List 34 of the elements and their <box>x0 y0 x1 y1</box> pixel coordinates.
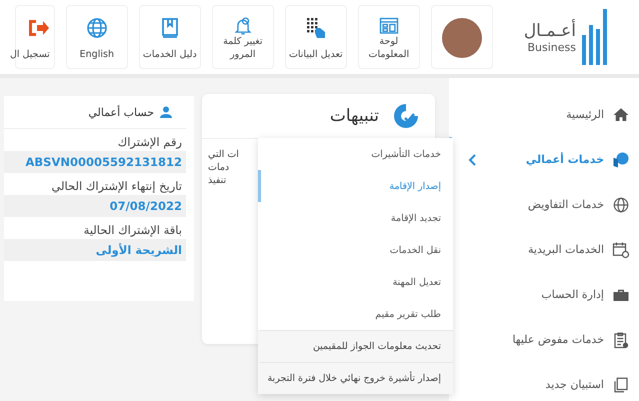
globe-icon <box>612 196 630 214</box>
chevron-left-icon <box>468 154 476 166</box>
alert-text: دمات <box>208 162 230 175</box>
calendar-clock-icon <box>612 240 630 258</box>
check-badge-icon <box>393 103 419 129</box>
field-value: ABSVN00005592131812 <box>4 151 186 173</box>
language-tile[interactable]: English <box>66 5 128 69</box>
home-icon <box>612 106 630 124</box>
field-label: باقة الإشتراك الحالية <box>82 222 183 239</box>
globe-icon <box>84 16 109 40</box>
field-label: رقم الإشتراك <box>116 134 183 151</box>
field-value: 07/08/2022 <box>4 195 186 217</box>
alert-text: ات التي <box>208 149 239 162</box>
clipboard-icon <box>612 330 630 348</box>
guide-tile[interactable]: دليل الخدمات <box>138 5 201 69</box>
password-tile[interactable]: تغيير كلمة المرور <box>212 5 274 69</box>
submenu-item[interactable]: تحديث معلومات الجواز للمقيمين <box>258 330 453 362</box>
field-label: تاريخ إنتهاء الإشتراك الحالي <box>50 178 183 195</box>
card-title: تنبيهات <box>330 106 379 126</box>
avatar-placeholder <box>442 18 482 58</box>
sidebar-item[interactable]: الرئيسية <box>449 92 639 137</box>
user-icon <box>160 106 172 118</box>
copy-icon <box>612 376 630 394</box>
field-value: الشريحة الأولى <box>4 239 186 261</box>
logo-mark <box>582 9 607 65</box>
dashboard-tile[interactable]: لوحة المعلومات <box>358 5 420 69</box>
profile-tile[interactable] <box>430 5 493 69</box>
logo-subtitle: Business <box>527 40 576 54</box>
logo-text: أعـمـال <box>524 20 576 40</box>
submenu-item[interactable]: إصدار تأشيرة خروج نهائي خلال فترة التجربة <box>258 362 453 394</box>
submenu-item[interactable]: إصدار الإقامة <box>258 170 453 202</box>
edit-tile[interactable]: تعديل البيانات <box>284 5 347 69</box>
panel-title: حساب أعمالي <box>88 106 154 118</box>
alert-text: تنفيذ <box>208 174 226 188</box>
